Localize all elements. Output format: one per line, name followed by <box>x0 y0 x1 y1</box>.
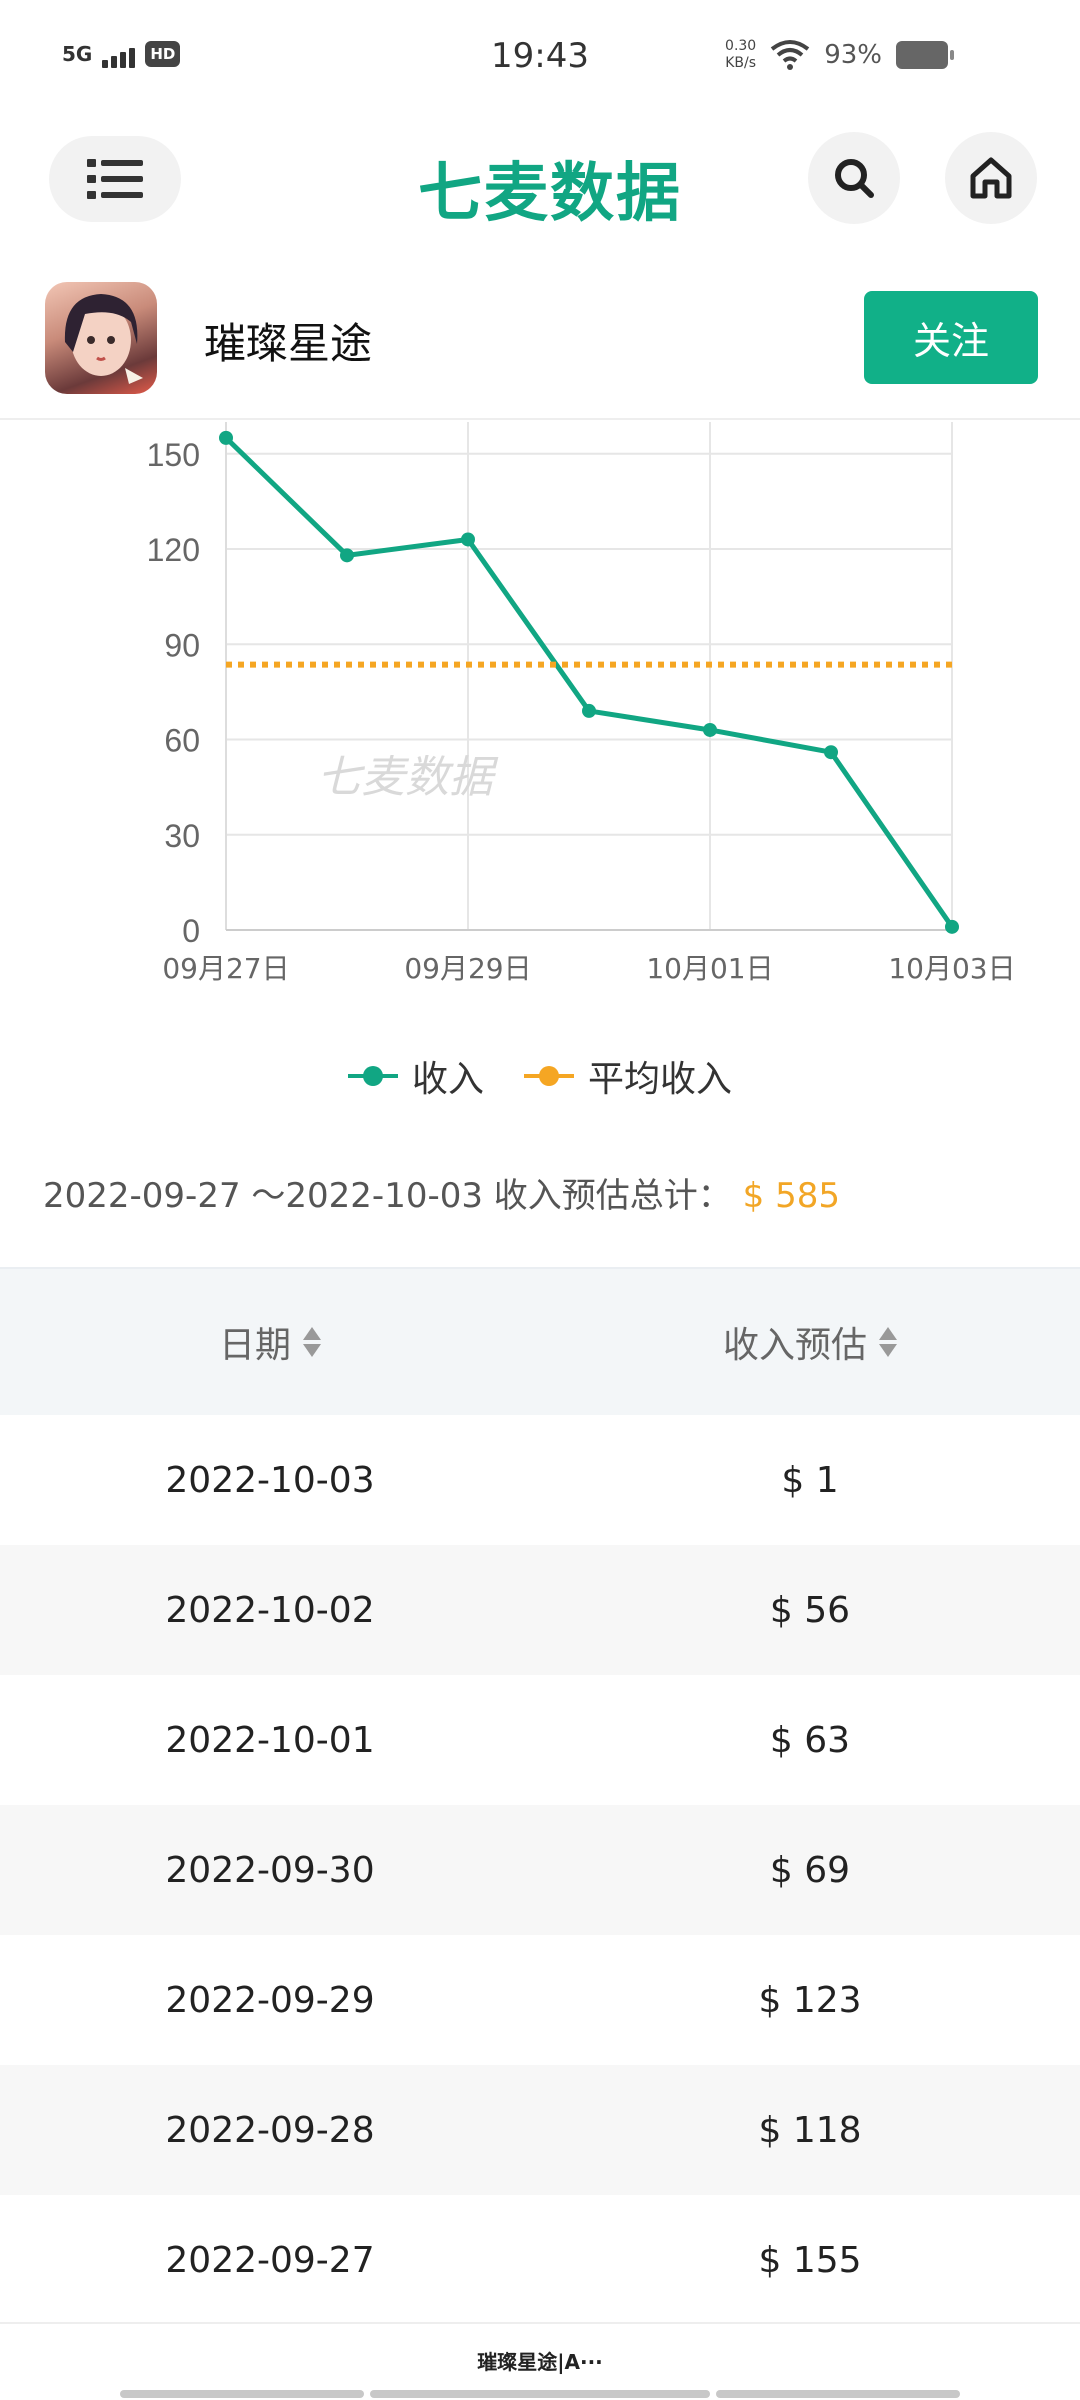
total-range: 2022-09-27 ～2022-10-03 收入预估总计： <box>43 1176 732 1216</box>
follow-button[interactable]: 关注 <box>864 291 1038 384</box>
speed-value: 0.30 <box>725 38 757 54</box>
legend-marker-average-icon <box>524 1066 574 1086</box>
status-right: 0.30 KB/s 93% <box>725 38 954 72</box>
cell-revenue: $ 56 <box>769 1589 851 1631</box>
data-point <box>219 430 233 445</box>
revenue-total: 2022-09-27 ～2022-10-03 收入预估总计： $ 585 <box>43 1168 840 1217</box>
battery-percent: 93% <box>824 40 882 70</box>
app-icon[interactable] <box>45 282 157 394</box>
legend-marker-revenue-icon <box>347 1066 398 1086</box>
cell-date: 2022-10-03 <box>165 1459 375 1501</box>
cell-revenue: $ 118 <box>758 2109 862 2151</box>
y-tick-label: 30 <box>164 818 200 854</box>
sort-icon[interactable] <box>879 1327 897 1357</box>
legend-label-average: 平均收入 <box>588 1059 733 1100</box>
search-button[interactable] <box>808 132 900 224</box>
y-tick-label: 0 <box>182 913 200 949</box>
battery-icon <box>896 41 954 69</box>
app-info-row: 璀璨星途 关注 <box>0 270 1080 420</box>
data-point <box>824 745 838 760</box>
network-speed: 0.30 KB/s <box>725 38 756 72</box>
table-row: 2022-09-29 $ 123 <box>0 1935 1080 2065</box>
home-icon <box>970 157 1012 199</box>
cell-revenue: $ 69 <box>769 1849 851 1891</box>
y-tick-label: 60 <box>164 723 200 759</box>
table-row: 2022-09-27 $ 155 <box>0 2195 1080 2325</box>
data-point <box>945 919 959 934</box>
column-header-revenue[interactable]: 收入预估 <box>540 1269 1080 1415</box>
y-tick-label: 150 <box>147 437 200 473</box>
app-name: 璀璨星途 <box>204 319 373 368</box>
cell-revenue: $ 1 <box>781 1459 839 1501</box>
table-row: 2022-10-02 $ 56 <box>0 1545 1080 1675</box>
column-header-date-label: 日期 <box>218 1325 291 1366</box>
data-point <box>340 548 354 563</box>
tab-indicator <box>120 2390 960 2398</box>
cell-date: 2022-09-30 <box>165 1849 375 1891</box>
data-point <box>461 532 475 547</box>
x-tick-label: 09月29日 <box>404 952 531 985</box>
column-header-revenue-label: 收入预估 <box>722 1325 867 1366</box>
table-row: 2022-09-28 $ 118 <box>0 2065 1080 2195</box>
cell-date: 2022-09-28 <box>165 2109 375 2151</box>
chart-watermark: 七麦数据 <box>317 752 499 803</box>
cell-date: 2022-09-27 <box>165 2239 375 2281</box>
cell-date: 2022-10-02 <box>165 1589 375 1631</box>
search-icon <box>835 159 874 198</box>
x-tick-label: 10月01日 <box>646 952 773 985</box>
cell-date: 2022-09-29 <box>165 1979 375 2021</box>
table-row: 2022-09-30 $ 69 <box>0 1805 1080 1935</box>
menu-button[interactable] <box>49 136 181 222</box>
x-tick-label: 10月03日 <box>888 952 1015 985</box>
data-point <box>582 703 596 718</box>
x-tick-label: 09月27日 <box>162 952 289 985</box>
total-amount: $ 585 <box>742 1176 840 1216</box>
cell-revenue: $ 155 <box>758 2239 862 2281</box>
app-icon-art <box>64 294 143 384</box>
site-logo[interactable]: 七麦数据 <box>418 142 682 234</box>
bottom-bar: 璀璨星途|A··· <box>0 2322 1080 2400</box>
cell-date: 2022-10-01 <box>165 1719 375 1761</box>
revenue-chart-svg: 0 30 60 90 120 150 09月27日 09月29日 10月01日 10月03日 七麦数… <box>147 422 1016 985</box>
y-tick-label: 90 <box>164 627 200 663</box>
speed-unit: KB/s <box>725 55 757 71</box>
sort-icon[interactable] <box>303 1327 321 1357</box>
table-row: 2022-10-01 $ 63 <box>0 1675 1080 1805</box>
status-bar: 5G HD 19:43 0.30 KB/s 93% <box>0 0 1080 120</box>
menu-icon <box>87 159 143 199</box>
cell-revenue: $ 123 <box>758 1979 862 2021</box>
table-header: 日期 收入预估 <box>0 1267 1080 1415</box>
column-header-date[interactable]: 日期 <box>0 1269 540 1415</box>
legend-item-average[interactable]: 平均收入 <box>524 1050 732 1102</box>
data-point <box>703 722 717 737</box>
chart-legend: 收入 平均收入 <box>0 1050 1080 1102</box>
table-row: 2022-10-03 $ 1 <box>0 1415 1080 1545</box>
wifi-icon <box>770 40 810 70</box>
legend-item-revenue[interactable]: 收入 <box>347 1050 484 1102</box>
revenue-table: 日期 收入预估 2022-10-03 $ 1 2022-10-02 $ 56 2… <box>0 1267 1080 2325</box>
revenue-chart: 0 30 60 90 120 150 09月27日 09月29日 10月01日 10月03日 七麦数… <box>0 422 1080 1022</box>
top-header: 七麦数据 <box>0 126 1080 236</box>
legend-label-revenue: 收入 <box>411 1059 484 1100</box>
home-button[interactable] <box>945 132 1037 224</box>
y-tick-label: 120 <box>147 532 200 568</box>
cell-revenue: $ 63 <box>769 1719 851 1761</box>
page-tab-title[interactable]: 璀璨星途|A··· <box>0 2346 1080 2375</box>
series-line-0 <box>224 436 955 929</box>
